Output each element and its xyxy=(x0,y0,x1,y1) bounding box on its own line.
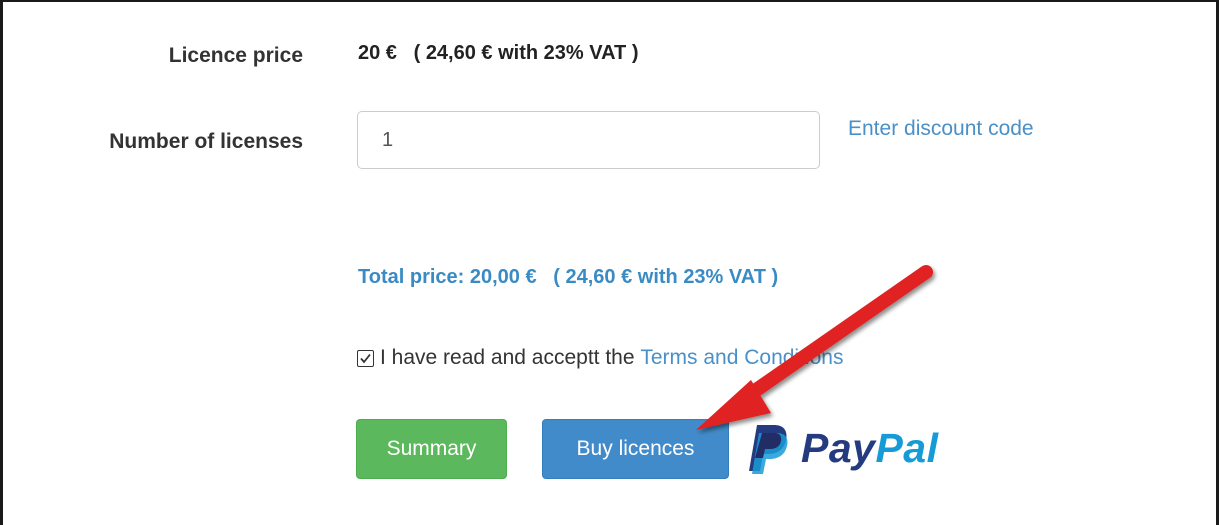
paypal-wordmark-pal: Pal xyxy=(875,424,939,471)
summary-button[interactable]: Summary xyxy=(356,419,507,479)
paypal-p-icon xyxy=(749,425,788,474)
licence-price-value: 20 € ( 24,60 € with 23% VAT ) xyxy=(358,42,639,64)
paypal-wordmark: PayPal xyxy=(801,425,939,472)
terms-checkbox[interactable] xyxy=(357,349,374,367)
discount-code-link[interactable]: Enter discount code xyxy=(848,117,1034,141)
checkmark-icon xyxy=(360,353,371,363)
number-of-licenses-input[interactable] xyxy=(357,111,820,169)
licence-price-label: Licence price xyxy=(168,44,303,67)
terms-and-conditions-link[interactable]: Terms and Conditions xyxy=(640,346,843,370)
buy-licences-button[interactable]: Buy licences xyxy=(542,419,729,479)
number-of-licenses-label: Number of licenses xyxy=(109,130,303,153)
terms-agreement-text: I have read and acceptt the xyxy=(380,346,641,369)
paypal-logo: PayPal xyxy=(745,420,939,476)
paypal-wordmark-pay: Pay xyxy=(801,424,876,471)
terms-agreement-row: I have read and acceptt the Terms and Co… xyxy=(357,346,843,370)
total-price: Total price: 20,00 € ( 24,60 € with 23% … xyxy=(358,266,779,288)
